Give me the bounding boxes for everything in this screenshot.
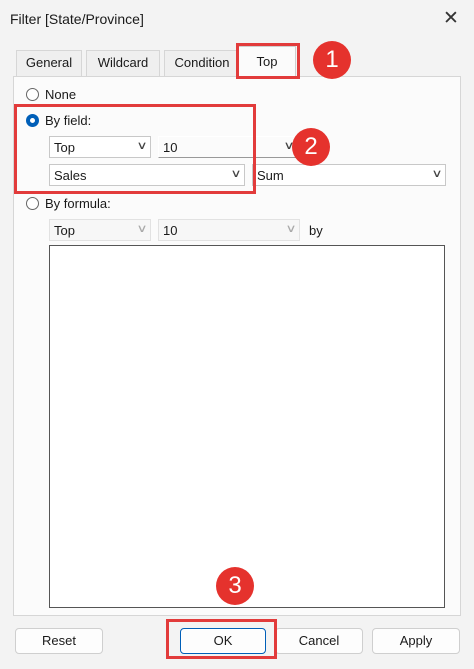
none-radio[interactable] xyxy=(26,88,39,101)
annotation-badge-1: 1 xyxy=(313,41,351,79)
cancel-button[interactable]: Cancel xyxy=(275,628,363,654)
tab-condition[interactable]: Condition xyxy=(164,50,240,76)
highlight-by-field xyxy=(14,104,256,194)
by-field-aggregation-select[interactable]: Sum ∨ xyxy=(252,164,446,186)
tab-wildcard[interactable]: Wildcard xyxy=(86,50,160,76)
close-icon[interactable]: ✕ xyxy=(438,7,464,31)
by-formula-by-label: by xyxy=(309,223,323,238)
by-formula-count-combo[interactable]: 10 ∨ xyxy=(158,219,300,241)
by-formula-count-value: 10 xyxy=(163,223,178,238)
by-formula-label: By formula: xyxy=(45,196,111,211)
by-formula-direction-select[interactable]: Top ∨ xyxy=(49,219,151,241)
annotation-badge-3: 3 xyxy=(216,567,254,605)
chevron-down-icon: ∨ xyxy=(136,223,148,235)
annotation-badge-2: 2 xyxy=(292,128,330,166)
by-formula-radio[interactable] xyxy=(26,197,39,210)
none-label: None xyxy=(45,87,77,102)
reset-button[interactable]: Reset xyxy=(15,628,103,654)
highlight-ok-button xyxy=(166,619,277,659)
chevron-down-icon: ∨ xyxy=(431,168,443,180)
highlight-top-tab xyxy=(236,43,300,79)
formula-editor[interactable] xyxy=(49,245,445,608)
window-title: Filter [State/Province] xyxy=(10,11,144,27)
by-field-aggregation-value: Sum xyxy=(257,168,284,183)
apply-button[interactable]: Apply xyxy=(372,628,460,654)
tab-general[interactable]: General xyxy=(16,50,82,76)
chevron-down-icon: ∨ xyxy=(285,223,297,235)
by-formula-direction-value: Top xyxy=(54,223,75,238)
